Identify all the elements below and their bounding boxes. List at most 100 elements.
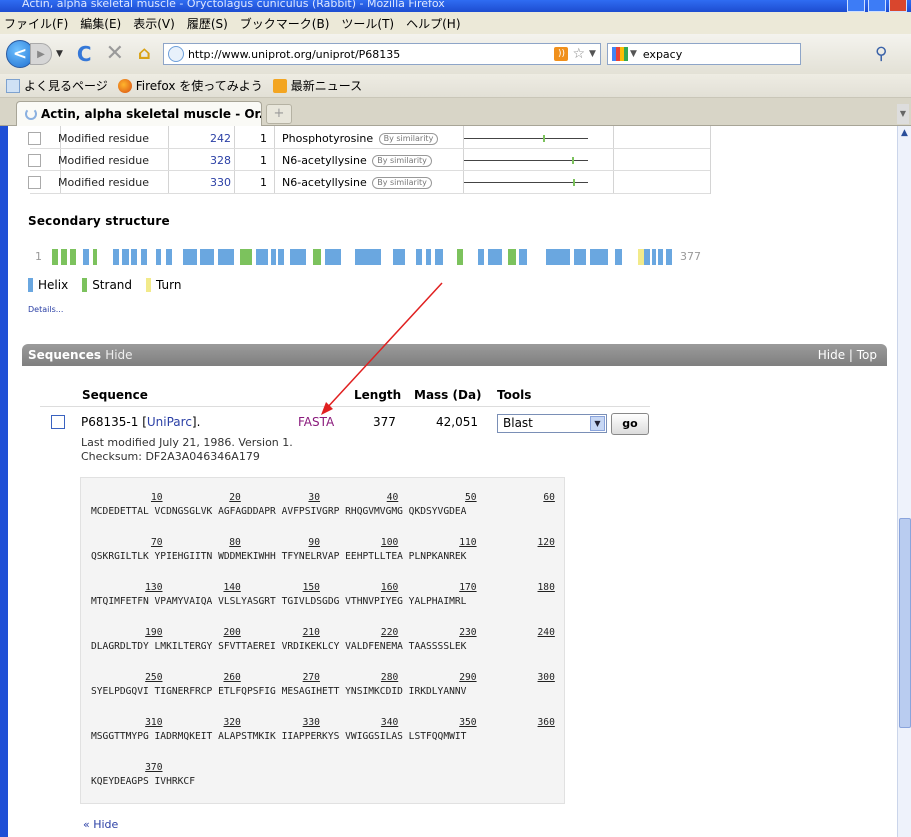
tab-label: Actin, alpha skeletal muscle - Or...	[41, 107, 262, 121]
forward-button[interactable]: ▶	[30, 43, 52, 65]
feature-checkbox[interactable]	[28, 175, 41, 189]
tab-actin[interactable]: Actin, alpha skeletal muscle - Or...	[16, 101, 262, 126]
menu-tools[interactable]: ツール(T)	[341, 15, 394, 32]
sequence-length: 377	[373, 415, 396, 429]
ss-segment	[658, 249, 663, 265]
menu-file[interactable]: ファイル(F)	[4, 15, 68, 32]
hide-top-links[interactable]: Hide | Top	[818, 348, 877, 362]
search-engine-dropdown-icon[interactable]: ▼	[630, 49, 637, 59]
search-engine-icon[interactable]	[611, 47, 628, 61]
feature-marker	[572, 179, 575, 186]
evidence-badge[interactable]: By similarity	[378, 132, 439, 145]
chevron-down-icon[interactable]: ▼	[590, 416, 605, 431]
position-number: 110	[459, 537, 477, 548]
position-number: 60	[543, 492, 555, 503]
close-window-button[interactable]	[889, 0, 907, 12]
position-number: 300	[537, 672, 555, 683]
feature-position[interactable]: 328	[186, 154, 231, 167]
position-number: 150	[302, 582, 320, 593]
isoform-id: P68135-1 [UniParc].	[81, 415, 201, 429]
window-controls	[847, 0, 907, 12]
position-number: 230	[459, 627, 477, 638]
ss-segment	[615, 249, 622, 265]
search-go-icon[interactable]: ⚲	[875, 44, 887, 64]
sequence-display: 10 20 30 40 50 60 MCDEDETTAL VCDNGSGLVK AGFAGD…	[80, 477, 565, 804]
feature-marker	[571, 157, 574, 164]
site-identity-icon[interactable]	[167, 46, 184, 62]
ss-segment	[200, 249, 214, 265]
menu-edit[interactable]: 編集(E)	[80, 15, 121, 32]
uniparc-link[interactable]: UniParc	[147, 415, 192, 429]
stop-icon[interactable]: ✕	[106, 43, 124, 65]
reload-icon[interactable]: C	[77, 44, 92, 64]
evidence-badge[interactable]: By similarity	[372, 154, 432, 167]
turn-swatch	[146, 278, 152, 292]
firefox-icon	[117, 78, 132, 93]
url-dropdown-icon[interactable]: ▼	[589, 49, 596, 59]
navigation-toolbar: < ▶ ▼ C ✕ ⌂ )) ☆ ▼ ▼ ⚲	[0, 34, 911, 74]
feature-type: Modified residue	[58, 153, 149, 167]
table-divider	[274, 126, 275, 194]
feature-checkbox[interactable]	[28, 131, 41, 145]
maximize-button[interactable]	[868, 0, 886, 12]
tool-select[interactable]: Blast ▼	[497, 414, 607, 433]
ss-end-label: 377	[680, 250, 701, 263]
ss-segment	[652, 249, 656, 265]
bookmark-star-icon[interactable]: ☆	[572, 46, 585, 62]
position-number: 370	[145, 762, 163, 773]
sequence-line: DLAGRDLTDY LMKILTERGY SFVTTAEREI VRDIKEK…	[91, 641, 467, 652]
search-bar[interactable]: ▼	[606, 43, 801, 65]
scroll-up-icon[interactable]: ▲	[898, 126, 911, 140]
scroll-thumb[interactable]	[899, 518, 911, 728]
page-icon	[6, 78, 20, 93]
ss-segment	[574, 249, 586, 265]
feature-type: Modified residue	[58, 131, 149, 145]
ss-segment	[457, 249, 463, 265]
col-tools: Tools	[497, 388, 532, 402]
isoform-checkbox[interactable]	[51, 415, 65, 429]
go-button[interactable]: go	[611, 413, 649, 435]
position-number: 340	[380, 717, 399, 728]
new-tab-button[interactable]: +	[266, 104, 292, 124]
feature-checkbox[interactable]	[28, 153, 41, 167]
ss-segment	[271, 249, 276, 265]
menu-view[interactable]: 表示(V)	[133, 15, 175, 32]
bookmark-getting-started[interactable]: Firefox を使ってみよう	[117, 77, 263, 94]
position-number: 30	[308, 492, 320, 503]
fasta-link[interactable]: FASTA	[298, 415, 334, 429]
ss-segment	[435, 249, 443, 265]
ss-segment	[70, 249, 76, 265]
home-icon[interactable]: ⌂	[138, 45, 151, 63]
ss-segment	[122, 249, 129, 265]
url-bar[interactable]: )) ☆ ▼	[162, 43, 601, 65]
col-sequence: Sequence	[82, 388, 148, 402]
secondary-structure-title: Secondary structure	[28, 214, 170, 228]
menu-bookmarks[interactable]: ブックマーク(B)	[240, 15, 330, 32]
tab-list-icon[interactable]: ▼	[897, 104, 909, 124]
vertical-scrollbar[interactable]: ▲	[897, 126, 911, 837]
position-number: 280	[380, 672, 399, 683]
menu-history[interactable]: 履歴(S)	[187, 15, 228, 32]
position-number: 290	[459, 672, 477, 683]
bookmark-most-visited[interactable]: よく見るページ	[6, 77, 108, 94]
menu-help[interactable]: ヘルプ(H)	[406, 15, 460, 32]
hide-sequence-link[interactable]: « Hide	[83, 818, 118, 831]
position-number: 190	[145, 627, 163, 638]
sequences-hide-link[interactable]: Hide	[105, 348, 132, 362]
history-dropdown-icon[interactable]: ▼	[56, 49, 63, 59]
details-link[interactable]: Details...	[28, 305, 63, 314]
feature-description: N6-acetyllysine By similarity	[282, 176, 432, 189]
tool-select-value: Blast	[503, 416, 533, 430]
feature-position[interactable]: 242	[186, 132, 231, 145]
ss-segment	[61, 249, 67, 265]
search-input[interactable]	[642, 47, 763, 61]
bookmark-latest-news[interactable]: 最新ニュース	[272, 77, 362, 94]
rss-feed-icon[interactable]: ))	[554, 47, 569, 61]
feature-position[interactable]: 330	[186, 176, 231, 189]
position-number: 240	[537, 627, 555, 638]
evidence-badge[interactable]: By similarity	[372, 176, 432, 189]
url-input[interactable]	[187, 47, 488, 61]
ss-segment	[240, 249, 252, 265]
ss-segment	[666, 249, 672, 265]
minimize-button[interactable]	[847, 0, 865, 12]
